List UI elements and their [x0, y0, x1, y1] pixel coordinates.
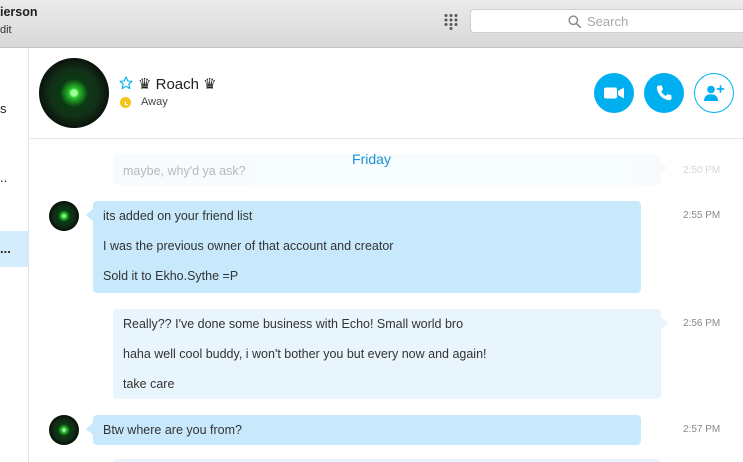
crown-right: ♛ — [203, 76, 217, 93]
crown-left: ♛ — [138, 76, 152, 93]
sidebar-item[interactable]: s — [0, 101, 7, 116]
message-text: Sold it to Ekho.Sythe =P — [103, 269, 239, 283]
search-input[interactable]: Search — [470, 9, 743, 33]
message-text: Really?? I've done some business with Ec… — [123, 317, 464, 331]
search-placeholder: Search — [587, 14, 629, 29]
message-bubble-outgoing[interactable]: Really?? I've done some business with Ec… — [113, 309, 668, 399]
sidebar-item-selected-label: ... — [0, 241, 11, 256]
audio-call-button[interactable] — [644, 73, 684, 113]
contact-name[interactable]: ♛ Roach ♛ — [138, 75, 217, 93]
video-call-icon — [604, 87, 624, 99]
day-divider: Friday — [352, 151, 391, 167]
search-icon — [568, 15, 581, 28]
contact-avatar[interactable] — [39, 58, 109, 128]
message-time: 2:56 PM — [683, 318, 721, 329]
message-text: its added on your friend list — [103, 209, 253, 223]
title-bar: ierson dit Search — [0, 0, 743, 48]
conversation-header: ♛ Roach ♛ Away — [30, 49, 743, 139]
clock-icon — [120, 97, 131, 108]
contact-avatar-small[interactable] — [49, 415, 79, 445]
message-text: I was the previous owner of that account… — [103, 239, 394, 253]
video-call-button[interactable] — [594, 73, 634, 113]
star-icon[interactable] — [119, 76, 133, 90]
sidebar-item[interactable]: .. — [0, 170, 7, 185]
message-text: Btw where are you from? — [103, 423, 242, 437]
message-text: haha well cool buddy, i won't bother you… — [123, 347, 487, 361]
message-time: 2:57 PM — [683, 424, 721, 435]
message-time: 2:55 PM — [683, 210, 721, 221]
add-contact-button[interactable] — [694, 73, 734, 113]
message-bubble-incoming[interactable]: Btw where are you from? — [86, 415, 641, 445]
contact-status: Away — [141, 96, 168, 108]
add-contact-icon — [704, 85, 725, 101]
sidebar: s .. ... — [0, 49, 29, 462]
account-edit-link[interactable]: dit — [0, 24, 12, 36]
message-text: take care — [123, 377, 175, 391]
account-name: ierson — [0, 5, 38, 19]
phone-icon — [656, 85, 672, 101]
contact-avatar-small[interactable] — [49, 201, 79, 231]
dialpad-icon[interactable] — [443, 13, 459, 30]
message-list[interactable]: maybe, why'd ya ask? 2:50 PM Friday its … — [30, 140, 743, 462]
contact-name-text: Roach — [155, 76, 199, 93]
message-bubble-incoming[interactable]: its added on your friend list I was the … — [86, 201, 641, 293]
